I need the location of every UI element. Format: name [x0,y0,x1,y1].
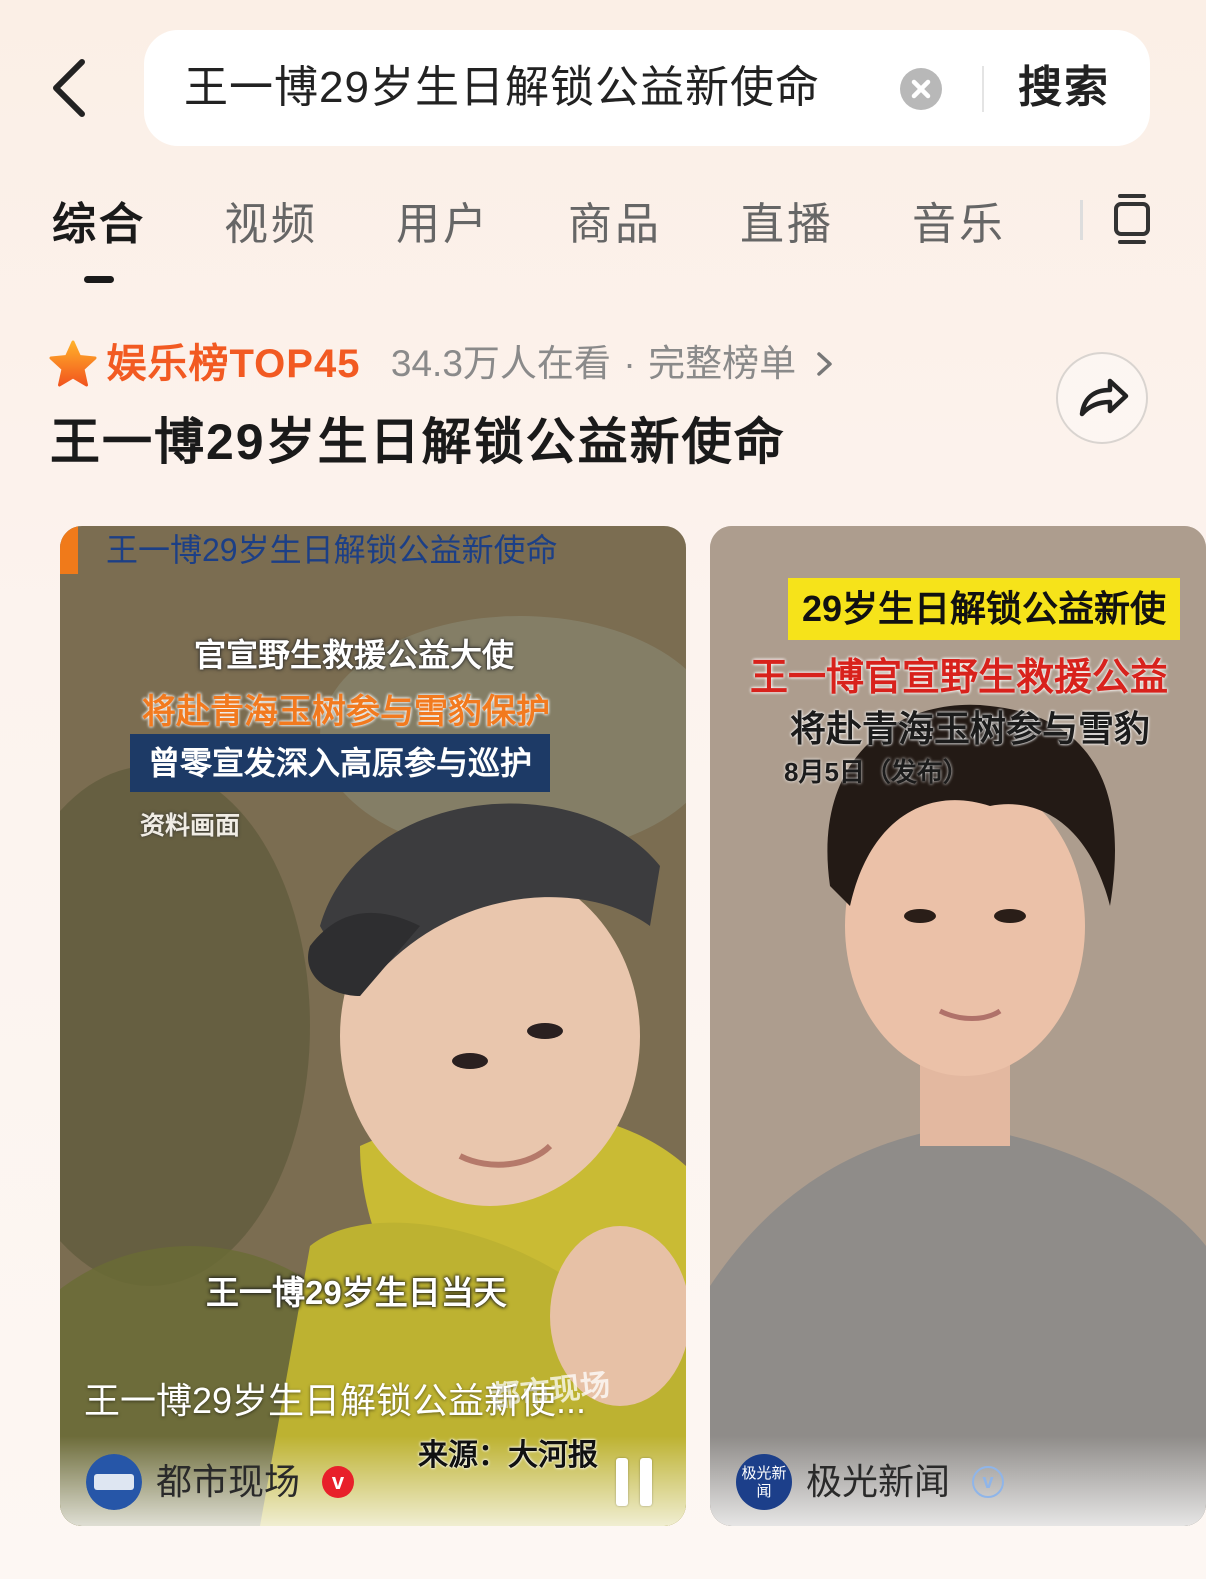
video-caption: 王一博29岁生日解锁公益新使... [84,1380,587,1421]
search-input[interactable]: 王一博29岁生日解锁公益新使命 [184,30,820,146]
tab-comprehensive[interactable]: 综合 [52,190,146,260]
chevron-right-icon [816,352,832,376]
tab-music[interactable]: 音乐 [912,190,1006,260]
video-overlay-line-highlight: 王一博官宣野生救援公益 [750,657,1169,699]
video-card[interactable]: 王一博29岁生日解锁公益新使命 官宣野生救援公益大使 将赴青海玉树参与雪豹保护 … [60,526,686,1526]
tab-products[interactable]: 商品 [568,190,662,260]
verified-badge-icon: v [322,1466,354,1498]
viewer-count: 34.3万人在看 [390,343,611,384]
video-overlay-line-banner: 曾零宣发深入高原参与巡护 [130,734,551,792]
publish-date: 8月5日（发布） [784,757,969,787]
tab-users[interactable]: 用户 [396,190,490,260]
search-button[interactable]: 搜索 [1018,30,1110,146]
video-subtitle: 王一博29岁生日当天 [206,1274,507,1311]
active-tab-indicator [84,276,114,283]
video-overlay-title: 29岁生日解锁公益新使 [788,578,1181,640]
topic-title: 王一博29岁生日解锁公益新使命 [50,414,786,470]
chevron-left-icon [53,59,85,117]
search-divider [982,66,984,112]
author-name[interactable]: 极光新闻 [806,1454,950,1510]
card-footer: 极光新闻 极光新闻 v [710,1436,1206,1526]
full-list-link[interactable]: 完整榜单 [648,334,796,394]
author-avatar[interactable]: 极光新闻 [736,1454,792,1510]
star-icon [49,340,97,387]
author-avatar[interactable] [86,1454,142,1510]
close-icon [911,79,931,99]
tab-videos[interactable]: 视频 [224,190,318,260]
verified-badge-icon: v [972,1466,1004,1498]
pause-icon [640,1458,652,1506]
archive-footage-label: 资料画面 [140,812,241,840]
tabs-divider [1080,200,1083,240]
search-box[interactable]: 王一博29岁生日解锁公益新使命 搜索 [144,30,1150,146]
category-tabs: 综合 视频 用户 商品 直播 音乐 [0,190,1206,290]
card-footer: 都市现场 v 来源：大河报 [60,1436,686,1526]
tab-list-icon [1114,194,1150,244]
tab-live[interactable]: 直播 [740,190,834,260]
author-name[interactable]: 都市现场 [156,1454,300,1510]
video-overlay-title: 王一博29岁生日解锁公益新使命 [106,532,558,568]
ranking-info[interactable]: 娱乐榜TOP45 34.3万人在看 · 完整榜单 [48,334,837,394]
back-button[interactable] [46,56,96,120]
video-overlay-line: 官宣野生救援公益大使 [194,637,515,673]
share-button[interactable] [1056,352,1148,444]
clear-search-button[interactable] [900,68,942,110]
rank-label: 娱乐榜TOP45 [106,342,361,386]
video-overlay-line-highlight: 将赴青海玉树参与雪豹保护 [142,693,550,731]
share-arrow-icon [1079,378,1129,417]
separator-dot: · [623,343,636,384]
video-card[interactable]: 29岁生日解锁公益新使 王一博官宣野生救援公益 将赴青海玉树参与雪豹 8月5日（… [710,526,1206,1526]
title-bar-accent [60,526,78,574]
pause-button[interactable] [616,1458,656,1506]
video-source-label: 来源：大河报 [418,1439,598,1472]
pause-icon [616,1458,628,1506]
video-overlay-line: 将赴青海玉树参与雪豹 [790,708,1151,749]
more-tabs-button[interactable] [1108,192,1156,248]
